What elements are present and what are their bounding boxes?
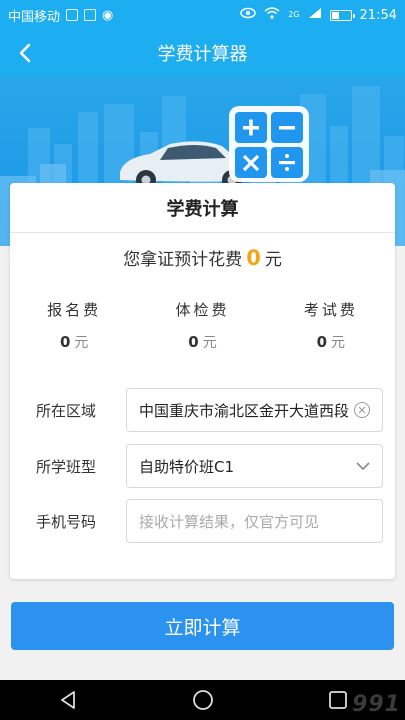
phone-placeholder: 接收计算结果，仅官方可见	[139, 512, 320, 531]
estimate-unit: 元	[264, 250, 282, 270]
fee-label: 考试费	[303, 301, 358, 319]
page-title: 学费计算器	[157, 44, 248, 65]
phone-row: 手机号码 接收计算结果，仅官方可见	[10, 499, 395, 543]
location-icon: ◉	[102, 7, 114, 23]
fee-registration: 报名费 0元	[10, 299, 138, 352]
fee-value: 0	[59, 333, 71, 351]
back-button[interactable]	[10, 38, 40, 68]
phone-label: 手机号码	[36, 512, 97, 531]
fee-label: 报名费	[47, 301, 102, 319]
clock: 21:54	[359, 7, 397, 23]
fee-unit: 元	[74, 335, 89, 351]
system-nav-bar	[0, 680, 405, 720]
fee-exam: 考试费 0元	[267, 299, 395, 352]
area-input[interactable]: 中国重庆市渝北区金开大道西段 ✕	[126, 388, 383, 432]
area-label: 所在区域	[36, 401, 97, 420]
fee-medical: 体检费 0元	[138, 299, 266, 352]
wifi-icon	[264, 7, 280, 23]
phone-input[interactable]: 接收计算结果，仅官方可见	[126, 499, 383, 543]
fee-value: 0	[188, 333, 199, 351]
fee-unit: 元	[331, 335, 346, 351]
home-circle-icon[interactable]	[192, 689, 214, 711]
chevron-down-icon	[356, 462, 370, 471]
clear-icon[interactable]: ✕	[354, 402, 370, 418]
area-row: 所在区域 中国重庆市渝北区金开大道西段 ✕	[10, 388, 395, 432]
battery-icon	[329, 9, 355, 21]
network-type: 2G	[288, 10, 300, 19]
tuition-card: 学费计算 您拿证预计花费 0 元 报名费 0元 体检费 0元 考试费 0元 所在区域…	[10, 183, 395, 579]
status-bar: 中国移动 ◉ 2G 21:54	[0, 0, 405, 30]
nav-bar: 学费计算器	[0, 30, 405, 76]
estimate-line: 您拿证预计花费 0 元	[10, 245, 395, 270]
fee-unit: 元	[202, 335, 217, 351]
fee-label: 体检费	[175, 301, 230, 319]
watermark: 991	[352, 692, 401, 717]
carrier-label: 中国移动	[8, 9, 61, 25]
class-label: 所学班型	[36, 457, 97, 476]
signal-icon	[308, 7, 322, 23]
class-row: 所学班型 自助特价班C1	[10, 444, 395, 488]
fee-value: 0	[316, 333, 328, 351]
card-title: 学费计算	[10, 183, 395, 233]
image-notification-icon	[66, 9, 79, 21]
eye-icon	[240, 7, 256, 23]
estimate-value: 0	[246, 246, 261, 270]
recents-square-icon[interactable]	[328, 690, 348, 710]
estimate-prefix: 您拿证预计花费	[123, 250, 243, 270]
area-value: 中国重庆市渝北区金开大道西段	[139, 401, 350, 420]
class-value: 自助特价班C1	[139, 457, 235, 476]
minus-icon	[279, 126, 295, 130]
back-triangle-icon[interactable]	[57, 689, 79, 711]
calculator-icon	[229, 106, 309, 182]
app-notification-icon	[84, 9, 97, 21]
fee-breakdown: 报名费 0元 体检费 0元 考试费 0元	[10, 299, 395, 352]
class-select[interactable]: 自助特价班C1	[126, 444, 383, 488]
calculate-button[interactable]: 立即计算	[11, 602, 394, 650]
chevron-left-icon	[19, 43, 31, 63]
